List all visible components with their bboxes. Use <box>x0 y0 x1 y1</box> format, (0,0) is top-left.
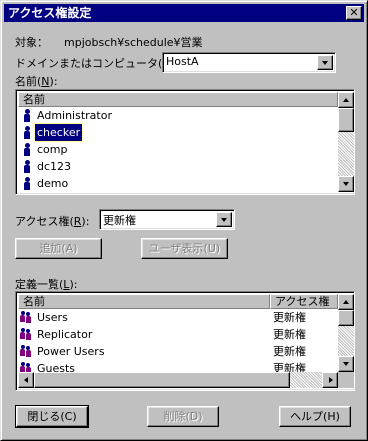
target-label: 対象： <box>15 36 48 49</box>
domain-combo-value: HostA <box>166 55 199 68</box>
definitions-vertical-scrollbar[interactable] <box>338 294 354 372</box>
title-bar[interactable]: アクセス権設定 ✕ <box>4 4 364 22</box>
add-button[interactable]: 追加(A) <box>15 238 102 259</box>
names-vertical-scrollbar[interactable] <box>338 92 354 192</box>
list-item[interactable]: comp <box>19 141 337 158</box>
user-icon <box>23 160 31 174</box>
scroll-right-arrow-icon[interactable] <box>322 372 338 388</box>
access-combo-value: 更新権 <box>103 214 136 227</box>
delete-button[interactable]: 削除(D) <box>147 406 219 427</box>
group-icon <box>20 311 34 324</box>
user-icon <box>23 177 31 191</box>
definitions-horizontal-scrollbar[interactable] <box>18 372 338 388</box>
group-icon <box>20 328 34 341</box>
access-label: アクセス権(R): <box>15 215 90 228</box>
access-dropdown-button[interactable] <box>216 212 232 227</box>
user-icon <box>23 109 31 123</box>
definitions-label: 定義一覧(L): <box>15 278 78 291</box>
scroll-corner <box>338 372 354 388</box>
definitions-name-column-header[interactable]: 名前 <box>18 294 270 309</box>
help-button[interactable]: ヘルプ(H) <box>279 406 351 427</box>
access-settings-dialog: アクセス権設定 ✕ 対象： mpjobsch¥schedule¥営業 ドメインま… <box>0 0 368 441</box>
scroll-up-arrow-icon[interactable] <box>338 92 354 108</box>
group-icon <box>20 345 34 358</box>
scroll-left-arrow-icon[interactable] <box>18 372 34 388</box>
table-row[interactable]: Power Users 更新権 <box>19 343 337 360</box>
definitions-list[interactable]: 名前 アクセス権 Users 更新権 Replicator 更新権 Power … <box>15 291 355 391</box>
scroll-down-arrow-icon[interactable] <box>338 176 354 192</box>
domain-label: ドメインまたはコンピュータ(M): <box>15 57 180 70</box>
names-column-header[interactable]: 名前 <box>18 92 338 107</box>
scroll-down-arrow-icon[interactable] <box>338 356 354 372</box>
scroll-thumb[interactable] <box>34 372 290 388</box>
list-item-selected[interactable]: checker <box>19 123 337 142</box>
domain-dropdown-button[interactable] <box>317 55 333 70</box>
scroll-thumb[interactable] <box>338 310 354 326</box>
table-row[interactable]: Users 更新権 <box>19 309 337 326</box>
user-icon <box>23 143 31 157</box>
list-item[interactable]: dc123 <box>19 158 337 175</box>
list-item[interactable]: Administrator <box>19 107 337 124</box>
names-label: 名前(N): <box>15 75 58 88</box>
user-icon <box>23 126 31 140</box>
show-users-button[interactable]: ユーザ表示(U) <box>141 238 228 259</box>
table-row[interactable]: Replicator 更新権 <box>19 326 337 343</box>
definitions-access-column-header[interactable]: アクセス権 <box>270 294 338 309</box>
domain-combo[interactable]: HostA <box>162 52 336 73</box>
scroll-thumb[interactable] <box>338 108 354 132</box>
target-value: mpjobsch¥schedule¥営業 <box>64 36 203 49</box>
close-window-button[interactable]: ✕ <box>346 6 362 20</box>
list-item[interactable]: demo <box>19 175 337 192</box>
access-combo[interactable]: 更新権 <box>99 209 235 230</box>
close-button[interactable]: 閉じる(C) <box>15 405 89 428</box>
names-list[interactable]: 名前 Administrator checker comp dc123 demo <box>15 89 355 195</box>
scroll-up-arrow-icon[interactable] <box>338 294 354 310</box>
window-title: アクセス権設定 <box>8 6 92 20</box>
